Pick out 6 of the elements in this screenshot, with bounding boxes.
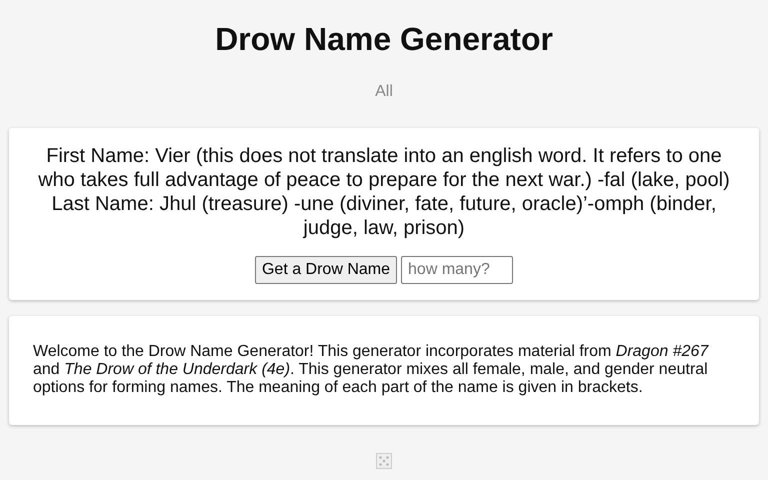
- generate-button[interactable]: Get a Drow Name: [254, 256, 398, 284]
- generated-name: First Name: Vier (this does not translate into an english word. It refers to one who takes full advantage of peace to prepare for the next war.) -fal (lake, pool) Last Name: Jhul (treasure) -une (diviner, fate, future, oracle)’-omph (binder, judge, law, prison): [37, 144, 731, 240]
- page-title: Drow Name Generator: [214, 20, 554, 58]
- dice-icon: [376, 452, 392, 469]
- count-field[interactable]: how many?: [401, 256, 514, 284]
- description: Welcome to the Drow Name Generator! This generator incorporates material from Dragon #267 and The Drow of the Underdark (4e). This generator mixes all female, male, and gender neutral options for forming names. The meaning of each part of the name is given in brackets.: [32, 342, 710, 398]
